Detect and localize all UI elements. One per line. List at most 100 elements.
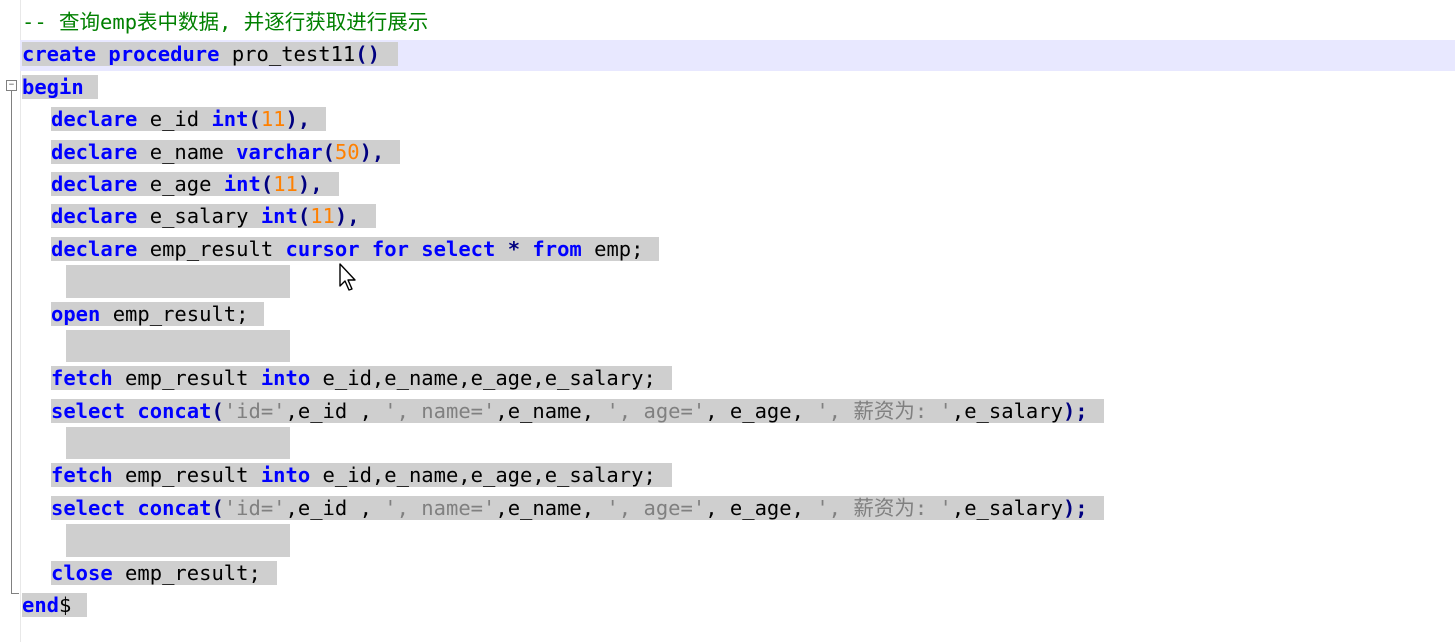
code-line[interactable]: end$ <box>22 589 1104 621</box>
code-line[interactable]: close emp_result; <box>22 557 1104 589</box>
selected-text: declare e_id int(11), <box>51 107 327 132</box>
code-line[interactable] <box>22 265 1104 298</box>
token-kw: open <box>51 301 101 326</box>
token-op: ( <box>322 139 335 164</box>
token-str: 'id=' <box>223 398 286 423</box>
token-plain: e_name <box>137 139 237 164</box>
selected-text: declare e_name varchar(50), <box>51 139 401 164</box>
token-plain: emp_result <box>112 463 261 488</box>
token-op: ( <box>297 204 311 229</box>
token-op: () <box>355 42 380 67</box>
token-kw: fetch <box>51 463 113 488</box>
selected-text: end$ <box>22 593 88 618</box>
token-plain: pro_test11 <box>219 42 356 67</box>
code-line[interactable] <box>22 329 1104 363</box>
code-line[interactable]: begin <box>22 71 1104 103</box>
code-line[interactable]: open emp_result; <box>22 298 1104 330</box>
code-editor[interactable]: − -- 查询emp表中数据, 并逐行获取进行展示 create procedu… <box>0 0 1455 642</box>
token-plain: ,e_id , <box>285 495 385 520</box>
token-plain: , e_age, <box>705 398 817 423</box>
token-plain: e_id,e_name,e_age,e_salary; <box>310 366 656 391</box>
selected-text: declare e_age int(11), <box>51 171 339 196</box>
code-line[interactable]: declare e_name varchar(50), <box>22 136 1104 168</box>
token-str: 'id=' <box>223 495 286 520</box>
token-kw: procedure <box>108 42 220 67</box>
code-comment: -- 查询emp表中数据, 并逐行获取进行展示 <box>22 10 429 34</box>
token-kw: select <box>51 495 126 520</box>
token-kw: for <box>371 236 409 261</box>
token-op: ( <box>211 398 224 423</box>
token-plain: e_salary <box>137 204 261 229</box>
fold-range-end <box>11 593 19 594</box>
token-plain: e_id,e_name,e_age,e_salary; <box>310 463 656 488</box>
token-kw: int <box>223 171 261 196</box>
selected-text: fetch emp_result into e_id,e_name,e_age,… <box>51 366 672 391</box>
token-num: 50 <box>334 139 360 164</box>
token-plain: e_id <box>137 107 212 132</box>
token-kw: cursor <box>285 236 360 261</box>
code-line[interactable]: fetch emp_result into e_id,e_name,e_age,… <box>22 362 1104 394</box>
selected-text: fetch emp_result into e_id,e_name,e_age,… <box>51 463 672 488</box>
token-str: ', name=' <box>384 495 496 520</box>
token-plain: emp_result; <box>100 301 249 326</box>
token-str: ', age=' <box>606 495 706 520</box>
code-line[interactable] <box>22 524 1104 557</box>
token-plain: ,e_salary <box>951 398 1063 423</box>
code-line[interactable]: declare e_id int(11), <box>22 103 1104 135</box>
fold-range-line <box>11 91 12 593</box>
token-num: 11 <box>310 204 335 229</box>
token-op: ); <box>1062 495 1088 520</box>
code-line[interactable]: create procedure pro_test11() <box>22 38 1104 70</box>
token-op: ), <box>285 107 311 132</box>
selected-text <box>66 329 290 363</box>
code-lines[interactable]: -- 查询emp表中数据, 并逐行获取进行展示 create procedure… <box>22 6 1104 621</box>
token-kw: from <box>532 236 582 261</box>
token-kw: declare <box>51 139 138 164</box>
token-plain: emp_result <box>137 236 286 261</box>
token-kw: create <box>22 42 97 67</box>
token-kw: varchar <box>236 139 323 164</box>
selected-text: create procedure pro_test11() <box>22 42 398 67</box>
token-str: ', 薪资为: ' <box>816 495 952 520</box>
selected-text <box>66 427 290 460</box>
token-kw: declare <box>51 171 138 196</box>
token-kw: begin <box>22 74 84 99</box>
token-kw: int <box>260 204 298 229</box>
code-line[interactable]: declare e_age int(11), <box>22 168 1104 200</box>
token-op: ), <box>334 204 360 229</box>
token-op: ), <box>359 139 385 164</box>
token-op: ); <box>1062 398 1088 423</box>
selected-text <box>66 524 290 557</box>
code-line[interactable]: select concat('id=',e_id , ', name=',e_n… <box>22 492 1104 524</box>
selected-text: close emp_result; <box>51 560 277 585</box>
code-line[interactable]: declare emp_result cursor for select * f… <box>22 233 1104 265</box>
token-op: * <box>507 236 521 261</box>
code-line[interactable]: fetch emp_result into e_id,e_name,e_age,… <box>22 459 1104 491</box>
selected-text: declare emp_result cursor for select * f… <box>51 236 660 261</box>
selected-text: begin <box>22 74 98 99</box>
token-kw: select <box>51 398 126 423</box>
fold-collapse-icon[interactable]: − <box>6 80 17 91</box>
selected-text: open emp_result; <box>51 301 265 326</box>
code-comment-line: -- 查询emp表中数据, 并逐行获取进行展示 <box>22 6 1104 38</box>
code-line[interactable] <box>22 427 1104 460</box>
token-plain: emp_result; <box>112 560 261 585</box>
code-line[interactable]: select concat('id=',e_id , ', name=',e_n… <box>22 395 1104 427</box>
token-plain: ,e_id , <box>285 398 385 423</box>
token-plain: emp; <box>581 236 644 261</box>
token-plain: ,e_salary <box>951 495 1063 520</box>
token-kw: into <box>260 366 311 391</box>
token-num: 11 <box>273 171 298 196</box>
token-kw: into <box>260 463 311 488</box>
code-line[interactable]: declare e_salary int(11), <box>22 200 1104 232</box>
token-kw: select <box>421 236 496 261</box>
token-kw: declare <box>51 107 138 132</box>
token-str: ', age=' <box>606 398 706 423</box>
